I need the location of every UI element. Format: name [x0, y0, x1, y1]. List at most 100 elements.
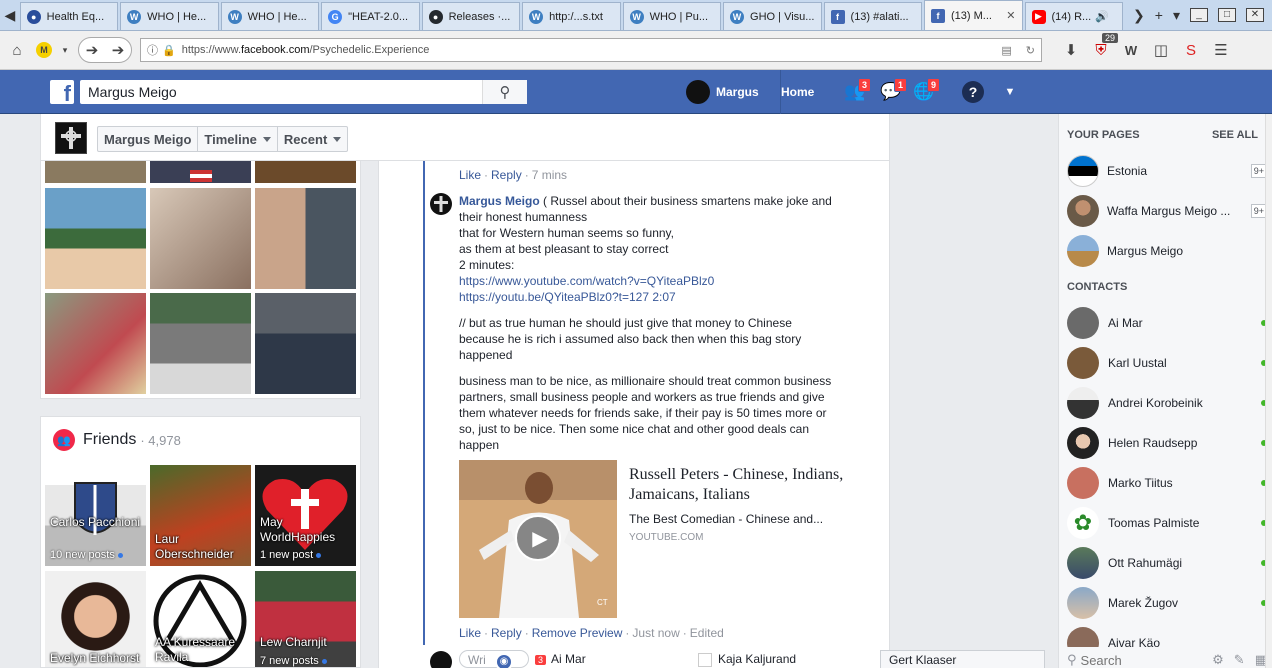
- chat-tab-ai-mar[interactable]: 3 Ai Mar: [535, 650, 685, 668]
- photo-thumbnail[interactable]: [255, 188, 356, 289]
- browser-tab-active[interactable]: f (13) M... ✕: [924, 0, 1023, 30]
- reply-link[interactable]: Reply: [491, 168, 522, 182]
- browser-tab[interactable]: f (13) #alati...: [823, 2, 923, 30]
- photo-thumbnail[interactable]: [150, 293, 251, 394]
- globe-icon[interactable]: 🌐 9: [912, 78, 940, 104]
- browser-tab[interactable]: ● Health Eq...: [19, 2, 119, 30]
- browser-tab[interactable]: W WHO | Pu...: [622, 2, 722, 30]
- youtube-short-link[interactable]: https://youtu.be/QYiteaPBlz0?t=127 2:07: [459, 289, 839, 305]
- contact-item[interactable]: Ott Rahumägi: [1067, 547, 1267, 579]
- tab-scroll-left-button[interactable]: ◀: [0, 0, 20, 30]
- reply-link[interactable]: Reply: [491, 626, 522, 640]
- friend-requests-icon[interactable]: 👥 3: [843, 78, 871, 104]
- youtube-link[interactable]: https://www.youtube.com/watch?v=QYiteaPB…: [459, 273, 839, 289]
- like-link[interactable]: Like: [459, 168, 481, 182]
- friend-tile[interactable]: AA Kuressaare Ravila: [150, 571, 251, 667]
- reader-view-icon[interactable]: ▤: [1001, 44, 1011, 57]
- photo-thumbnail[interactable]: [45, 293, 146, 394]
- minimize-button[interactable]: _: [1190, 8, 1208, 22]
- link-preview[interactable]: CT ▶ Russell Peters - Chinese, Indians, …: [459, 460, 849, 618]
- shield-icon[interactable]: ⛨ 29: [1090, 33, 1118, 61]
- chat-tab-kaja[interactable]: Kaja Kaljurand: [690, 650, 860, 668]
- gear-icon[interactable]: ⚙: [1212, 652, 1224, 668]
- friends-header[interactable]: 👥 Friends · 4,978: [53, 429, 181, 451]
- messenger-icon[interactable]: 💬 1: [879, 78, 907, 104]
- page-scrollbar[interactable]: [1265, 114, 1272, 668]
- photo-thumbnail[interactable]: [45, 161, 146, 183]
- menu-icon[interactable]: ☰: [1210, 39, 1232, 61]
- speaker-icon[interactable]: 🔊: [1095, 10, 1109, 23]
- timeline-button[interactable]: Timeline: [198, 127, 278, 151]
- friend-tile[interactable]: Carlos Pacchioni 10 new posts: [45, 465, 146, 566]
- help-icon[interactable]: ?: [962, 81, 984, 103]
- tab-scroll-right-button[interactable]: ❯: [1133, 7, 1145, 24]
- remove-preview-link[interactable]: Remove Preview: [532, 626, 623, 640]
- friend-tile[interactable]: May WorldHappies 1 new post: [255, 465, 356, 566]
- compose-icon[interactable]: ✎: [1234, 652, 1245, 668]
- like-link[interactable]: Like: [459, 626, 481, 640]
- profile-name-button[interactable]: Margus Meigo: [98, 127, 199, 151]
- page-item[interactable]: Margus Meigo: [1067, 235, 1267, 267]
- comment-author[interactable]: Margus Meigo: [459, 194, 540, 208]
- video-thumbnail[interactable]: CT ▶: [459, 460, 617, 618]
- profile-thumbnail[interactable]: [55, 122, 87, 154]
- contact-item[interactable]: Aivar Käo: [1067, 627, 1267, 647]
- page-item[interactable]: Waffa Margus Meigo ... 9+: [1067, 195, 1267, 227]
- search-button[interactable]: ⚲: [482, 80, 527, 104]
- close-window-button[interactable]: ✕: [1246, 8, 1264, 22]
- preview-title[interactable]: Russell Peters - Chinese, Indians, Jamai…: [629, 465, 849, 505]
- play-icon[interactable]: ▶: [515, 515, 561, 561]
- contact-item[interactable]: Andrei Korobeinik: [1067, 387, 1267, 419]
- browser-tab[interactable]: Whttp:/...s.txt: [522, 2, 621, 30]
- photo-thumbnail[interactable]: [150, 188, 251, 289]
- chat-globe-icon[interactable]: ◉: [495, 653, 513, 668]
- recent-button[interactable]: Recent: [278, 127, 347, 151]
- browser-tab[interactable]: W WHO | He...: [220, 2, 320, 30]
- contact-item[interactable]: Marek Žugov: [1067, 587, 1267, 619]
- forward-button[interactable]: ➔: [105, 41, 131, 59]
- write-reply-input[interactable]: Wri: [459, 650, 529, 668]
- chevron-down-icon[interactable]: ▾: [60, 39, 70, 61]
- maximize-button[interactable]: □: [1218, 8, 1236, 22]
- browser-tab[interactable]: ● Releases ·...: [421, 2, 521, 30]
- browser-tab[interactable]: W WHO | He...: [120, 2, 219, 30]
- tab-list-dropdown-icon[interactable]: ▾: [1173, 7, 1180, 24]
- reload-icon[interactable]: ↻: [1026, 44, 1035, 57]
- back-button[interactable]: ➔: [79, 41, 105, 59]
- contact-item[interactable]: Marko Tiitus: [1067, 467, 1267, 499]
- contacts-search-input[interactable]: [1080, 652, 1191, 668]
- contact-item[interactable]: ✿ Toomas Palmiste: [1067, 507, 1267, 539]
- photo-thumbnail[interactable]: [45, 188, 146, 289]
- photo-thumbnail[interactable]: [255, 293, 356, 394]
- contact-item[interactable]: Karl Uustal: [1067, 347, 1267, 379]
- friend-tile[interactable]: Lew Charnjit 7 new posts: [255, 571, 356, 667]
- contact-item[interactable]: Helen Raudsepp: [1067, 427, 1267, 459]
- friend-tile[interactable]: Laur Oberschneider: [150, 465, 251, 566]
- info-icon[interactable]: ⓘ: [147, 42, 158, 58]
- browser-tab[interactable]: ▶ (14) R... 🔊: [1024, 2, 1123, 30]
- page-item[interactable]: Estonia 9+: [1067, 155, 1267, 187]
- friend-tile[interactable]: Evelyn Eichhorst: [45, 571, 146, 667]
- sidebar-icon[interactable]: ◫: [1150, 39, 1172, 61]
- new-tab-button[interactable]: +: [1155, 7, 1163, 23]
- url-bar[interactable]: ⓘ 🔒 https://www. facebook.com/Psychedelic…: [140, 38, 1042, 62]
- extension-icon[interactable]: M: [36, 42, 52, 58]
- facebook-logo[interactable]: f: [50, 80, 74, 106]
- browser-tab[interactable]: G "HEAT-2.0...: [321, 2, 420, 30]
- search-input[interactable]: [80, 84, 480, 100]
- chat-tab-gert[interactable]: Gert Klaaser: [880, 650, 1045, 668]
- home-link[interactable]: Home: [780, 70, 814, 114]
- photo-thumbnail[interactable]: [150, 161, 251, 183]
- comment-avatar[interactable]: [430, 193, 452, 215]
- spellcheck-icon[interactable]: S: [1180, 39, 1202, 61]
- browser-tab[interactable]: W GHO | Visu...: [723, 2, 822, 30]
- profile-link[interactable]: Margus: [686, 70, 759, 114]
- close-tab-icon[interactable]: ✕: [1006, 9, 1015, 22]
- edited-label[interactable]: Edited: [690, 626, 724, 640]
- chevron-down-icon[interactable]: ▼: [998, 80, 1022, 104]
- contact-item[interactable]: Ai Mar: [1067, 307, 1267, 339]
- download-icon[interactable]: ⬇: [1060, 39, 1082, 61]
- home-icon[interactable]: ⌂: [6, 39, 28, 61]
- see-all-link[interactable]: SEE ALL: [1212, 129, 1258, 141]
- wikipedia-icon[interactable]: W: [1120, 39, 1142, 61]
